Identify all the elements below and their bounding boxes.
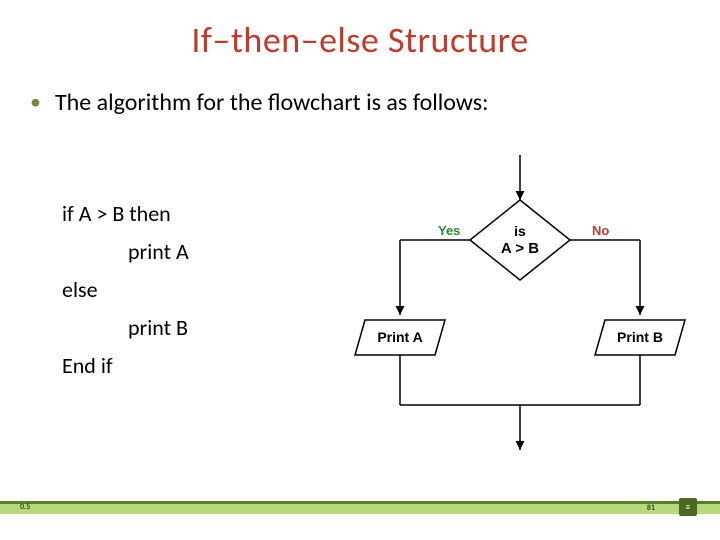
version-label: 0.5 [20, 502, 30, 512]
pseudo-line: print A [62, 233, 189, 271]
pseudo-line: End if [62, 347, 189, 385]
decision-text-2: A > B [501, 240, 539, 257]
pseudo-line: print B [62, 309, 189, 347]
page-number: 81 [647, 503, 655, 513]
slide: If–then–else Structure • The algorithm f… [0, 0, 720, 540]
yes-label: Yes [438, 223, 460, 238]
pseudo-line: if A > B then [62, 195, 189, 233]
flowchart-diagram: is A > B Yes No Print A Print B [340, 150, 700, 470]
print-a-text: Print A [377, 329, 422, 345]
pseudocode-block: if A > B then print A else print B End i… [62, 195, 189, 385]
print-b-text: Print B [617, 329, 663, 345]
no-label: No [592, 223, 609, 238]
bullet-text: The algorithm for the flowchart is as fo… [55, 88, 489, 118]
bullet-icon: • [30, 88, 41, 116]
decision-text-1: is [514, 223, 526, 239]
slide-title: If–then–else Structure [0, 18, 720, 62]
menu-icon: ≡ [686, 503, 690, 512]
pseudo-text: print B [128, 314, 188, 341]
bullet-item: • The algorithm for the flowchart is as … [30, 88, 690, 118]
footer-bar: 0.5 81 ≡ [0, 501, 720, 525]
pseudo-text: print A [128, 238, 189, 265]
footer-accent-light [0, 504, 720, 514]
pseudo-line: else [62, 271, 189, 309]
menu-badge[interactable]: ≡ [679, 498, 697, 516]
